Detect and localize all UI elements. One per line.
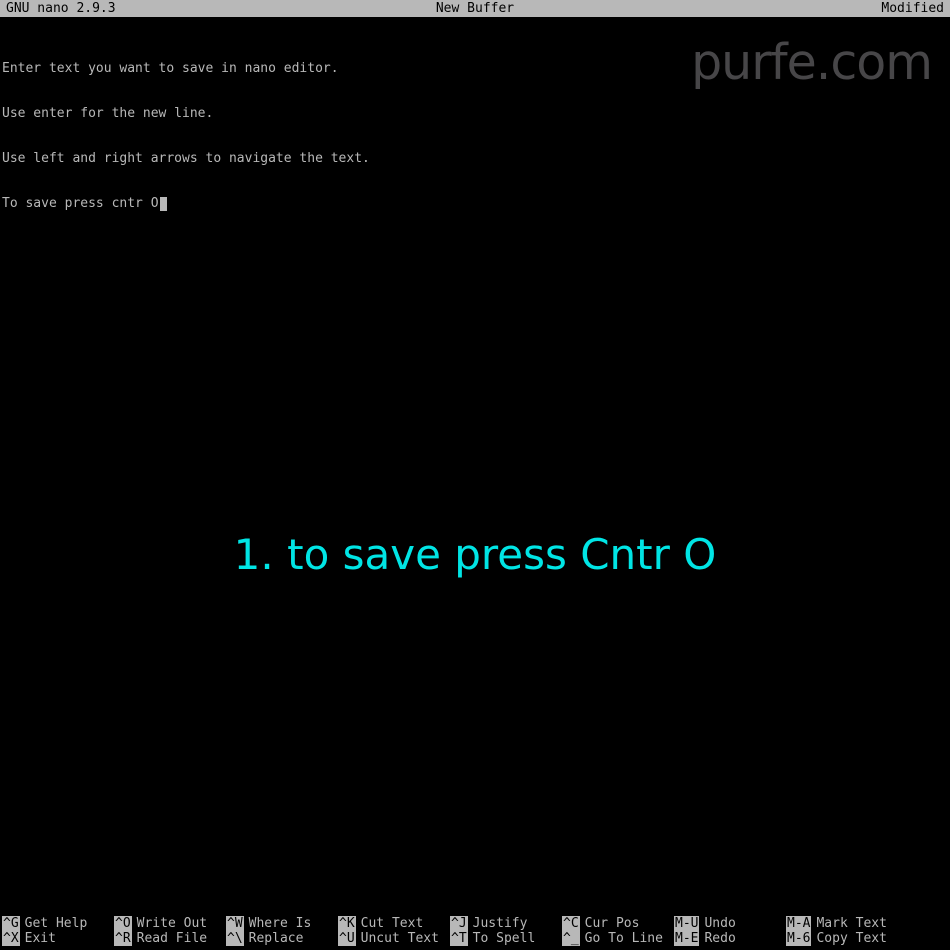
help-get-help[interactable]: ^G Get Help <box>2 916 114 931</box>
help-where-is[interactable]: ^W Where Is <box>226 916 338 931</box>
help-to-spell[interactable]: ^T To Spell <box>450 931 562 946</box>
instruction-overlay: 1. to save press Cntr O <box>0 530 950 579</box>
help-bar: ^G Get Help ^X Exit ^O Write Out ^R Read Fil… <box>0 916 950 950</box>
help-mark-text[interactable]: M-A Mark Text <box>786 916 898 931</box>
help-replace[interactable]: ^\ Replace <box>226 931 338 946</box>
help-go-to-line[interactable]: ^_ Go To Line <box>562 931 674 946</box>
help-label: Uncut Text <box>361 931 439 946</box>
help-key: ^U <box>338 931 356 946</box>
help-label: Exit <box>25 931 56 946</box>
help-key: ^W <box>226 916 244 931</box>
watermark: purfe.com <box>691 34 932 91</box>
help-label: Cur Pos <box>585 916 640 931</box>
help-undo[interactable]: M-U Undo <box>674 916 786 931</box>
help-exit[interactable]: ^X Exit <box>2 931 114 946</box>
editor-line-with-cursor[interactable]: To save press cntr O <box>2 196 948 211</box>
app-version: GNU nano 2.9.3 <box>6 0 319 17</box>
help-label: Mark Text <box>816 916 886 931</box>
help-label: Justify <box>473 916 528 931</box>
help-col-7: M-A Mark Text M-6 Copy Text <box>786 916 898 946</box>
help-label: Go To Line <box>585 931 663 946</box>
help-label: Redo <box>704 931 735 946</box>
help-col-5: ^C Cur Pos ^_ Go To Line <box>562 916 674 946</box>
help-read-file[interactable]: ^R Read File <box>114 931 226 946</box>
help-label: Where Is <box>249 916 312 931</box>
editor-line-text: To save press cntr O <box>2 196 159 211</box>
help-col-1: ^O Write Out ^R Read File <box>114 916 226 946</box>
help-cut-text[interactable]: ^K Cut Text <box>338 916 450 931</box>
help-copy-text[interactable]: M-6 Copy Text <box>786 931 898 946</box>
help-col-0: ^G Get Help ^X Exit <box>2 916 114 946</box>
help-label: Write Out <box>137 916 207 931</box>
help-label: Cut Text <box>361 916 424 931</box>
help-col-3: ^K Cut Text ^U Uncut Text <box>338 916 450 946</box>
help-key: ^J <box>450 916 468 931</box>
help-col-2: ^W Where Is ^\ Replace <box>226 916 338 946</box>
help-uncut-text[interactable]: ^U Uncut Text <box>338 931 450 946</box>
help-col-4: ^J Justify ^T To Spell <box>450 916 562 946</box>
help-label: Replace <box>249 931 304 946</box>
help-label: Get Help <box>25 916 88 931</box>
help-key: ^K <box>338 916 356 931</box>
help-label: Read File <box>137 931 207 946</box>
help-key: ^X <box>2 931 20 946</box>
help-key: ^R <box>114 931 132 946</box>
help-key: ^_ <box>562 931 580 946</box>
help-key: M-6 <box>786 931 811 946</box>
titlebar: GNU nano 2.9.3 New Buffer Modified <box>0 0 950 17</box>
help-col-6: M-U Undo M-E Redo <box>674 916 786 946</box>
help-key: ^O <box>114 916 132 931</box>
editor-line[interactable]: Use enter for the new line. <box>2 106 948 121</box>
cursor-icon <box>160 197 167 211</box>
help-label: To Spell <box>473 931 536 946</box>
modified-status: Modified <box>631 0 944 17</box>
help-label: Copy Text <box>816 931 886 946</box>
help-label: Undo <box>704 916 735 931</box>
help-justify[interactable]: ^J Justify <box>450 916 562 931</box>
help-key: ^G <box>2 916 20 931</box>
editor-line[interactable]: Use left and right arrows to navigate th… <box>2 151 948 166</box>
help-key: M-U <box>674 916 699 931</box>
help-redo[interactable]: M-E Redo <box>674 931 786 946</box>
help-key: M-E <box>674 931 699 946</box>
help-cur-pos[interactable]: ^C Cur Pos <box>562 916 674 931</box>
help-key: M-A <box>786 916 811 931</box>
help-key: ^\ <box>226 931 244 946</box>
help-write-out[interactable]: ^O Write Out <box>114 916 226 931</box>
help-key: ^T <box>450 931 468 946</box>
buffer-name: New Buffer <box>319 0 632 17</box>
help-key: ^C <box>562 916 580 931</box>
